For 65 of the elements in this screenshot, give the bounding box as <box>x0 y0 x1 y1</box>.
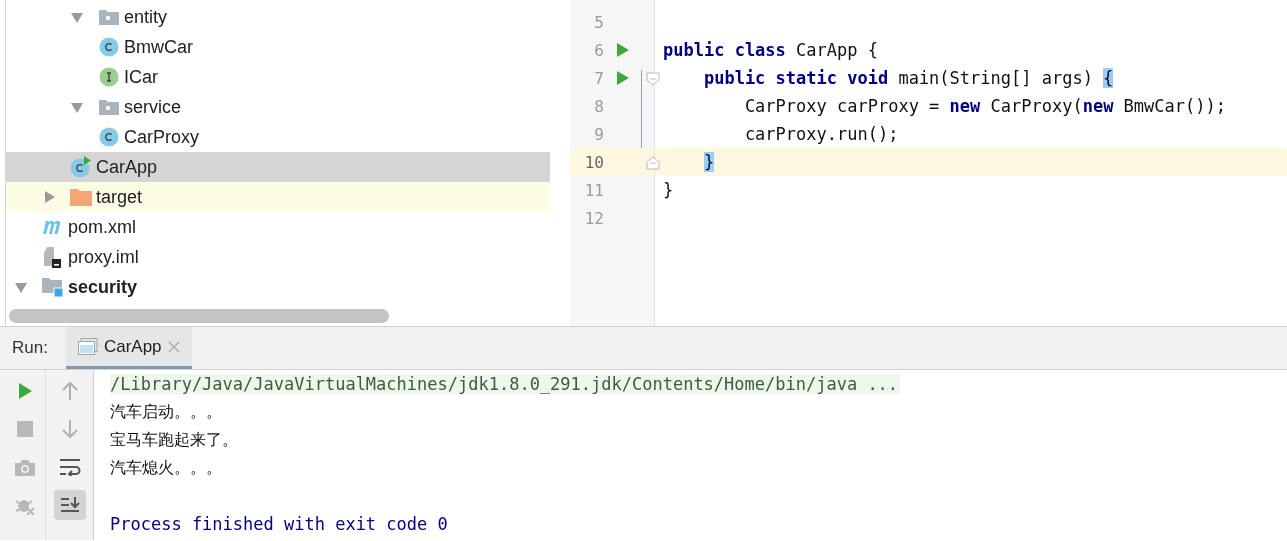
code-line: } <box>663 180 674 200</box>
expand-arrow-icon[interactable] <box>70 10 84 24</box>
tree-item-label: target <box>96 186 143 208</box>
console-line: 汽车启动。。。 <box>110 401 223 423</box>
class-icon <box>99 37 119 57</box>
tree-row[interactable]: target <box>6 182 550 212</box>
tree-item-label: proxy.iml <box>68 246 139 268</box>
tree-item-label: ICar <box>124 66 158 88</box>
run-label: Run: <box>12 338 48 358</box>
line-number: 10 <box>583 152 604 172</box>
tree-row[interactable]: BmwCar <box>6 32 550 62</box>
line-number: 7 <box>593 68 604 88</box>
tree-item-label: security <box>68 276 138 298</box>
tree-row[interactable]: CarProxy <box>6 122 550 152</box>
tree-row[interactable]: ICar <box>6 62 550 92</box>
line-number: 6 <box>593 40 604 60</box>
soft-wrap-icon[interactable] <box>58 458 81 476</box>
tree-item-label: service <box>124 96 181 118</box>
tree-item-label: BmwCar <box>124 36 193 58</box>
folder-icon <box>70 188 92 206</box>
collapse-arrow-icon[interactable] <box>42 190 56 204</box>
scroll-to-end-icon[interactable] <box>59 495 80 515</box>
code-line: carProxy.run(); <box>743 124 899 144</box>
class-icon <box>99 127 119 147</box>
tree-item-label: CarApp <box>96 156 158 178</box>
run-icon[interactable] <box>16 382 34 400</box>
package-folder-icon <box>99 99 119 115</box>
tree-row[interactable]: proxy.iml <box>6 242 550 272</box>
run-icon[interactable] <box>616 70 630 86</box>
module-file-icon <box>44 246 62 268</box>
interface-icon <box>99 67 119 87</box>
run-tab[interactable]: CarApp <box>65 327 192 369</box>
scrollbar-thumb[interactable] <box>9 309 389 323</box>
console-line: Process finished with exit code 0 <box>110 514 449 534</box>
line-number: 9 <box>593 124 604 144</box>
code-line: public static void main(String[] args) { <box>702 68 1114 88</box>
line-number: 11 <box>583 180 604 200</box>
tree-item-label: entity <box>124 6 168 28</box>
down-arrow-icon[interactable] <box>61 419 78 439</box>
tree-item-label: CarProxy <box>124 126 199 148</box>
console-window-icon <box>77 338 98 355</box>
tree-row[interactable]: security <box>6 272 550 302</box>
fold-marker-icon[interactable] <box>646 156 660 170</box>
code-line: public class CarApp { <box>663 40 878 60</box>
runnable-class-icon <box>70 156 92 178</box>
close-icon[interactable] <box>167 340 180 353</box>
module-folder-icon <box>42 277 64 297</box>
tree-row[interactable]: CarApp <box>6 152 550 182</box>
fold-marker-icon[interactable] <box>646 72 660 86</box>
expand-arrow-icon[interactable] <box>70 100 84 114</box>
code-line: CarProxy carProxy = new CarProxy(new BmwCar()); <box>743 96 1226 116</box>
console-line: 宝马车跑起来了。 <box>110 429 239 451</box>
console-line: 汽车熄火。。。 <box>110 457 223 479</box>
package-folder-icon <box>99 9 119 25</box>
expand-arrow-icon[interactable] <box>14 280 28 294</box>
tree-row[interactable]: entity <box>6 2 550 32</box>
line-number: 5 <box>593 12 604 32</box>
run-icon[interactable] <box>616 42 630 58</box>
tree-item-label: pom.xml <box>68 216 136 238</box>
tree-row[interactable]: service <box>6 92 550 122</box>
tree-row[interactable]: pom.xml <box>6 212 550 242</box>
toolbar-button[interactable] <box>53 490 86 520</box>
line-number: 12 <box>583 208 604 228</box>
line-number: 8 <box>593 96 604 116</box>
up-arrow-icon[interactable] <box>61 381 78 401</box>
